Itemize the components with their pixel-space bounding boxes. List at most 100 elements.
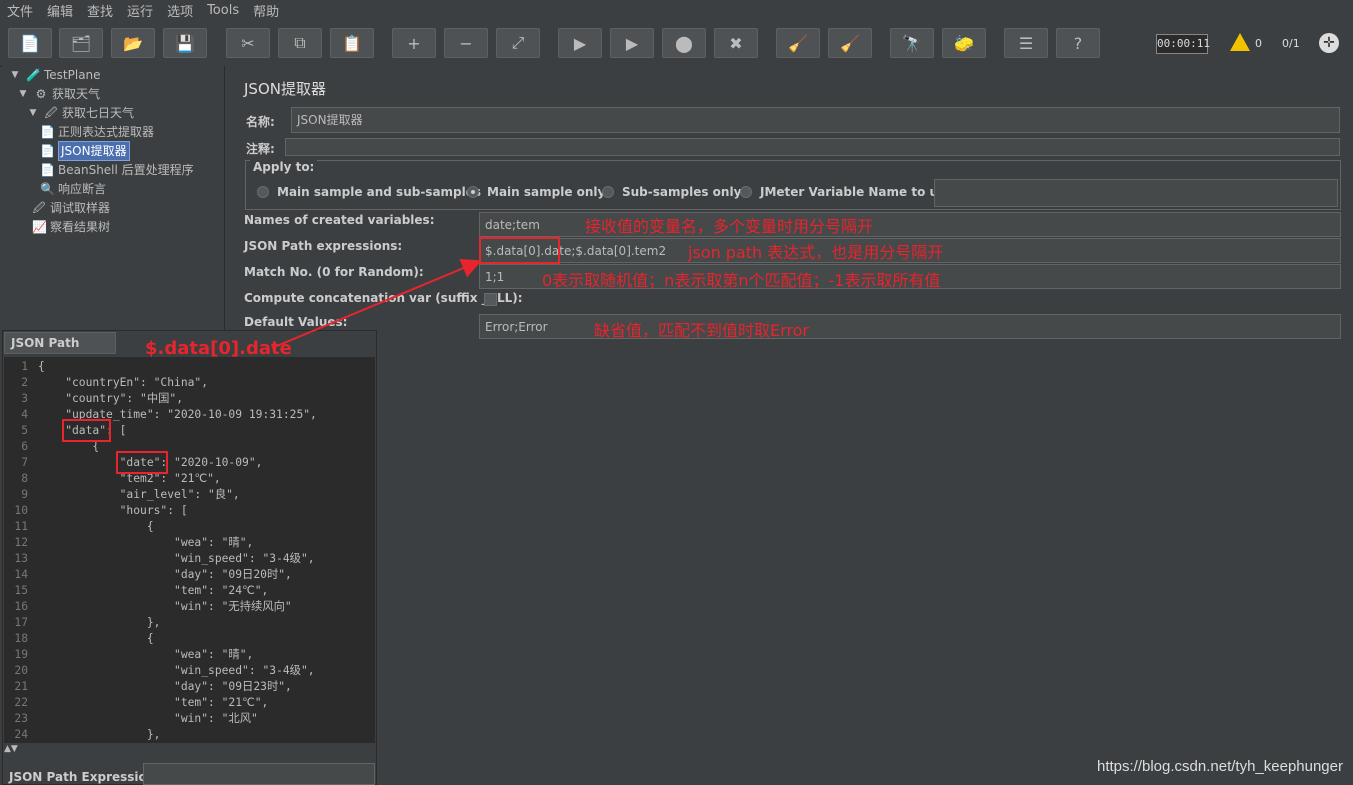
radio-main-only[interactable]: Main sample only xyxy=(467,185,605,199)
help-button[interactable]: ? xyxy=(1056,28,1100,58)
json-code-view[interactable]: 1{2 "countryEn": "China", 3 "country": "中… xyxy=(4,357,375,743)
thread-count: 0/1 xyxy=(1282,37,1300,50)
expand-arrow-icon[interactable]: ▼ xyxy=(8,68,22,82)
menu-bar: 文件 编辑 查找 运行 选项 Tools 帮助 xyxy=(0,0,1353,20)
menu-options[interactable]: 选项 xyxy=(160,1,200,20)
code-line: 2 "countryEn": "China", xyxy=(4,375,375,391)
tab-json-path-tester[interactable]: JSON Path Tester xyxy=(4,332,116,370)
line-number: 16 xyxy=(14,600,28,613)
elapsed-timer: 00:00:11 xyxy=(1156,34,1210,54)
test-plan-tree: ▼ 🧪 TestPlane ▼ ⚙ 获取天气 ▼ 🖉 获取七日天气 📄 正则表达式提取器 📄 JSON提… xyxy=(2,66,224,330)
menu-run[interactable]: 运行 xyxy=(120,1,160,20)
line-number: 11 xyxy=(14,520,28,533)
start-button[interactable]: ▶ xyxy=(558,28,602,58)
concat-checkbox[interactable] xyxy=(484,293,497,306)
menu-help[interactable]: 帮助 xyxy=(246,1,286,20)
radio-jmeter-variable[interactable]: JMeter Variable Name to use xyxy=(740,185,953,199)
menu-tools[interactable]: Tools xyxy=(200,3,246,18)
code-text: "win": "北风" xyxy=(38,712,258,725)
clear-button[interactable]: 🧹 xyxy=(776,28,820,58)
line-number: 2 xyxy=(21,376,28,389)
code-text: { xyxy=(38,360,45,373)
expand-arrow-icon[interactable]: ▼ xyxy=(16,87,30,101)
tree-item-label: 响应断言 xyxy=(58,182,107,196)
code-text: "wea": "晴", xyxy=(38,648,254,661)
radio-sub-only[interactable]: Sub-samples only xyxy=(602,185,741,199)
copy-button[interactable]: ⧉ xyxy=(278,28,322,58)
tree-item[interactable]: 📄 JSON提取器 xyxy=(40,141,130,161)
search-icon: 🔭 xyxy=(902,33,922,53)
code-line: 10 "hours": [ xyxy=(4,503,375,519)
comment-field[interactable] xyxy=(285,138,1340,156)
menu-edit[interactable]: 编辑 xyxy=(40,1,80,20)
line-number: 23 xyxy=(14,712,28,725)
code-line: 14 "day": "09日20时", xyxy=(4,567,375,583)
start-no-pause-button[interactable]: ▶ xyxy=(610,28,654,58)
tree-item[interactable]: 🔍 响应断言 xyxy=(40,180,106,198)
expand-button[interactable]: + xyxy=(392,28,436,58)
code-line: 8 "tem2": "21℃", xyxy=(4,471,375,487)
tree-item[interactable]: 📄 正则表达式提取器 xyxy=(40,123,154,141)
reset-search-button[interactable]: 🧽 xyxy=(942,28,986,58)
toggle-button[interactable]: ⤢ xyxy=(496,28,540,58)
radio-dot xyxy=(740,186,752,198)
code-line: 12 "wea": "晴", xyxy=(4,535,375,551)
tree-item-label: 获取天气 xyxy=(52,87,101,101)
code-line: 11 { xyxy=(4,519,375,535)
code-line: 6 { xyxy=(4,439,375,455)
code-line: 1{ xyxy=(4,359,375,375)
tree-item-label: BeanShell 后置处理程序 xyxy=(58,163,194,177)
radio-main-and-sub[interactable]: Main sample and sub-samples xyxy=(257,185,481,199)
function-helper-button[interactable]: ☰ xyxy=(1004,28,1048,58)
tree-item[interactable]: 🖉 调试取样器 xyxy=(32,199,110,217)
tree-item[interactable]: 📈 察看结果树 xyxy=(32,218,110,236)
code-text: "countryEn": "China", xyxy=(38,376,209,389)
open-button[interactable]: 📂 xyxy=(111,28,155,58)
tree-item[interactable]: 📄 BeanShell 后置处理程序 xyxy=(40,161,194,179)
code-line: 20 "win_speed": "3-4级", xyxy=(4,663,375,679)
remote-icon[interactable]: ✛ xyxy=(1319,33,1339,53)
line-number: 4 xyxy=(21,408,28,421)
start-icon: ▶ xyxy=(573,33,587,53)
tree-item[interactable]: ▼ 🖉 获取七日天气 xyxy=(26,104,134,122)
clear-all-button[interactable]: 🧹 xyxy=(828,28,872,58)
tester-scrollbar[interactable]: ▲▼ xyxy=(4,744,375,758)
code-text: "wea": "晴", xyxy=(38,536,254,549)
code-line: 13 "win_speed": "3-4级", xyxy=(4,551,375,567)
code-text: { xyxy=(38,520,154,533)
comment-label: 注释: xyxy=(246,142,275,156)
code-line: 5 "data": [ xyxy=(4,423,375,439)
tree-item-label: JSON提取器 xyxy=(58,141,130,161)
json-path-expression-input[interactable] xyxy=(143,763,375,785)
jmeter-variable-input[interactable] xyxy=(934,179,1338,207)
tree-item[interactable]: ▼ ⚙ 获取天气 xyxy=(16,85,100,103)
paste-button[interactable]: 📋 xyxy=(330,28,374,58)
code-line: 22 "tem": "21℃", xyxy=(4,695,375,711)
menu-file[interactable]: 文件 xyxy=(0,1,40,20)
line-number: 6 xyxy=(21,440,28,453)
annotation-expressions: json path 表达式，也是用分号隔开 xyxy=(688,243,944,262)
sampler-icon: 🖉 xyxy=(32,201,46,215)
line-number: 7 xyxy=(21,456,28,469)
expand-arrow-icon[interactable]: ▼ xyxy=(26,106,40,120)
search-button[interactable]: 🔭 xyxy=(890,28,934,58)
code-line: 24 }, xyxy=(4,727,375,743)
default-values-label: Default Values: xyxy=(244,315,348,329)
shutdown-button[interactable]: ✖ xyxy=(714,28,758,58)
save-button[interactable]: 💾 xyxy=(163,28,207,58)
line-number: 5 xyxy=(21,424,28,437)
code-line: 4 "update_time": "2020-10-09 19:31:25", xyxy=(4,407,375,423)
highlight-date-key xyxy=(116,451,168,474)
tree-item-label: 察看结果树 xyxy=(50,220,111,234)
warning-icon[interactable] xyxy=(1230,33,1250,51)
menu-search[interactable]: 查找 xyxy=(80,1,120,20)
stop-button[interactable]: ⬤ xyxy=(662,28,706,58)
collapse-button[interactable]: − xyxy=(444,28,488,58)
cut-button[interactable]: ✂ xyxy=(226,28,270,58)
new-button[interactable]: 📄 xyxy=(8,28,52,58)
templates-button[interactable]: 🗂 xyxy=(59,28,103,58)
tree-item[interactable]: ▼ 🧪 TestPlane xyxy=(8,66,101,84)
line-number: 12 xyxy=(14,536,28,549)
function-helper-icon: ☰ xyxy=(1018,33,1034,53)
name-field[interactable]: JSON提取器 xyxy=(291,107,1340,133)
